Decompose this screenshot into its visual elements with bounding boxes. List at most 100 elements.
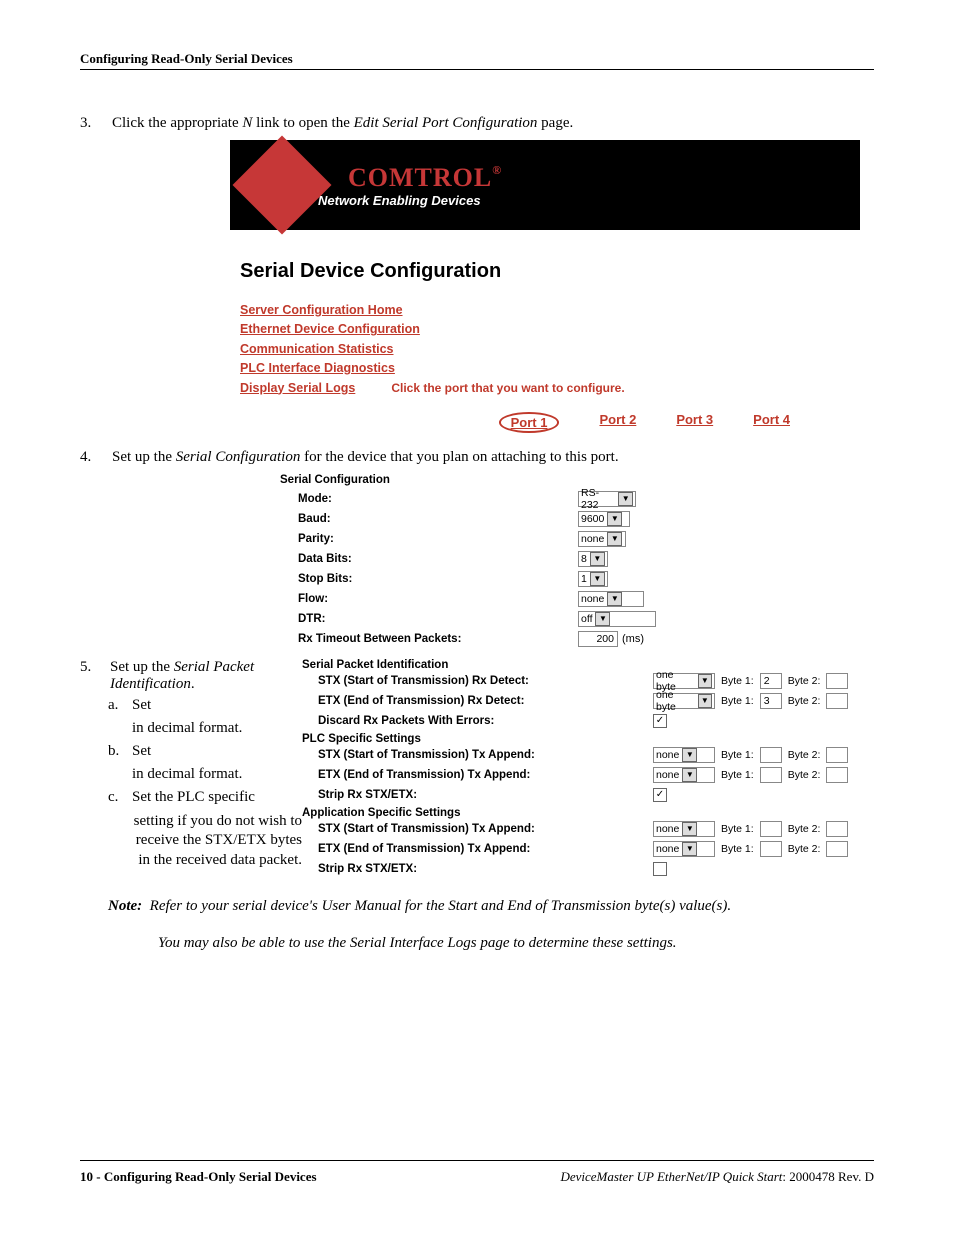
note-line-2: You may also be able to use the Serial I… (158, 930, 677, 957)
step-4-number: 4. (80, 449, 112, 466)
discard-checkbox[interactable]: ✓ (653, 714, 667, 728)
plc-stx-label: STX (Start of Transmission) Tx Append: (302, 749, 653, 761)
parity-label: Parity: (280, 533, 578, 545)
step-3-var: N (242, 115, 252, 131)
discard-label: Discard Rx Packets With Errors: (302, 715, 653, 727)
step-3: 3. Click the appropriate N link to open … (80, 115, 874, 132)
app-etx-byte2[interactable] (826, 841, 848, 857)
step-3-number: 3. (80, 115, 112, 132)
footer-left: 10 - Configuring Read-Only Serial Device… (80, 1169, 317, 1185)
serial-config-title: Serial Configuration (280, 474, 870, 486)
mode-label: Mode: (280, 493, 578, 505)
chevron-down-icon: ▼ (698, 694, 712, 708)
app-etx-byte1[interactable] (760, 841, 782, 857)
rx-timeout-label: Rx Timeout Between Packets: (280, 633, 578, 645)
nav-server-config-home[interactable]: Server Configuration Home (240, 301, 403, 320)
page-footer: 10 - Configuring Read-Only Serial Device… (80, 1160, 874, 1185)
step-5-number: 5. (80, 659, 110, 693)
flow-label: Flow: (280, 593, 578, 605)
port-4-link[interactable]: Port 4 (753, 412, 790, 433)
stx-rx-byte2[interactable] (826, 673, 848, 689)
footer-right: DeviceMaster UP EtherNet/IP Quick Start:… (560, 1169, 874, 1185)
etx-rx-byte1[interactable]: 3 (760, 693, 782, 709)
nav-display-serial-logs[interactable]: Display Serial Logs (240, 379, 355, 398)
plc-stx-select[interactable]: none▼ (653, 747, 715, 763)
chevron-down-icon: ▼ (698, 674, 712, 688)
step-5-text: 5. Set up the Serial Packet Identificati… (80, 659, 302, 877)
stop-bits-label: Stop Bits: (280, 573, 578, 585)
chevron-down-icon: ▼ (618, 492, 633, 506)
port-2-link[interactable]: Port 2 (599, 412, 636, 433)
app-stx-byte1[interactable] (760, 821, 782, 837)
plc-strip-checkbox[interactable]: ✓ (653, 788, 667, 802)
step-4-pre: Set up the (112, 449, 176, 465)
chevron-down-icon: ▼ (590, 552, 605, 566)
data-bits-select[interactable]: 8▼ (578, 551, 608, 567)
pkt-section-3: Application Specific Settings (302, 807, 874, 819)
chevron-down-icon: ▼ (682, 822, 697, 836)
step-3-post: page. (541, 115, 573, 131)
nav-plc-interface-diagnostics[interactable]: PLC Interface Diagnostics (240, 359, 395, 378)
serial-packet-panel: Serial Packet Identification STX (Start … (302, 659, 874, 879)
stop-bits-select[interactable]: 1▼ (578, 571, 608, 587)
app-stx-select[interactable]: none▼ (653, 821, 715, 837)
nav-ethernet-device-config[interactable]: Ethernet Device Configuration (240, 320, 420, 339)
parity-select[interactable]: none▼ (578, 531, 626, 547)
page-header: Configuring Read-Only Serial Devices (80, 50, 874, 70)
stx-rx-byte1[interactable]: 2 (760, 673, 782, 689)
port-1-highlight: Port 1 (499, 412, 560, 433)
chevron-down-icon: ▼ (590, 572, 605, 586)
rx-timeout-input[interactable]: 200 (578, 631, 618, 647)
note-line-1: Refer to your serial device's User Manua… (150, 898, 731, 914)
pkt-section-1: Serial Packet Identification (302, 659, 874, 671)
port-row: Port 1 Port 2 Port 3 Port 4 (240, 412, 850, 433)
step-4: 4. Set up the Serial Configuration for t… (80, 449, 874, 466)
app-etx-label: ETX (End of Transmission) Tx Append: (302, 843, 653, 855)
plc-etx-byte2[interactable] (826, 767, 848, 783)
header-title: Configuring Read-Only Serial Devices (80, 51, 293, 66)
port-1-link[interactable]: Port 1 (511, 415, 548, 430)
etx-rx-select[interactable]: one byte▼ (653, 693, 715, 709)
chevron-down-icon: ▼ (682, 842, 697, 856)
chevron-down-icon: ▼ (607, 592, 622, 606)
app-strip-checkbox[interactable] (653, 862, 667, 876)
plc-etx-byte1[interactable] (760, 767, 782, 783)
app-etx-select[interactable]: none▼ (653, 841, 715, 857)
plc-stx-byte1[interactable] (760, 747, 782, 763)
chevron-down-icon: ▼ (607, 532, 622, 546)
app-tagline: Network Enabling Devices (318, 193, 502, 208)
click-port-hint: Click the port that you want to configur… (391, 381, 624, 395)
mode-select[interactable]: RS-232▼ (578, 491, 636, 507)
flow-select[interactable]: none▼ (578, 591, 644, 607)
chevron-down-icon: ▼ (607, 512, 622, 526)
data-bits-label: Data Bits: (280, 553, 578, 565)
step-3-pre: Click the appropriate (112, 115, 242, 131)
note-label: Note: (108, 898, 142, 914)
note-block: Note: Refer to your serial device's User… (108, 893, 874, 957)
app-screenshot: COMTROL® Network Enabling Devices Serial… (230, 140, 860, 433)
step-4-post: for the device that you plan on attachin… (304, 449, 619, 465)
etx-rx-byte2[interactable] (826, 693, 848, 709)
dtr-select[interactable]: off▼ (578, 611, 656, 627)
baud-label: Baud: (280, 513, 578, 525)
pkt-section-2: PLC Specific Settings (302, 733, 874, 745)
chevron-down-icon: ▼ (595, 612, 610, 626)
serial-config-panel: Serial Configuration Mode: RS-232▼ Baud:… (280, 474, 870, 649)
app-stx-byte2[interactable] (826, 821, 848, 837)
step-3-page: Edit Serial Port Configuration (354, 115, 538, 131)
chevron-down-icon: ▼ (682, 748, 697, 762)
nav-communication-statistics[interactable]: Communication Statistics (240, 340, 394, 359)
stx-rx-label: STX (Start of Transmission) Rx Detect: (302, 675, 653, 687)
app-strip-label: Strip Rx STX/ETX: (302, 863, 653, 875)
plc-stx-byte2[interactable] (826, 747, 848, 763)
app-stx-label: STX (Start of Transmission) Tx Append: (302, 823, 653, 835)
plc-etx-select[interactable]: none▼ (653, 767, 715, 783)
etx-rx-label: ETX (End of Transmission) Rx Detect: (302, 695, 653, 707)
port-3-link[interactable]: Port 3 (676, 412, 713, 433)
comtrol-logo-icon (233, 136, 332, 235)
plc-etx-label: ETX (End of Transmission) Tx Append: (302, 769, 653, 781)
app-logo-text: COMTROL® Network Enabling Devices (318, 163, 502, 208)
baud-select[interactable]: 9600▼ (578, 511, 630, 527)
step-3-mid: link to open the (256, 115, 354, 131)
stx-rx-select[interactable]: one byte▼ (653, 673, 715, 689)
